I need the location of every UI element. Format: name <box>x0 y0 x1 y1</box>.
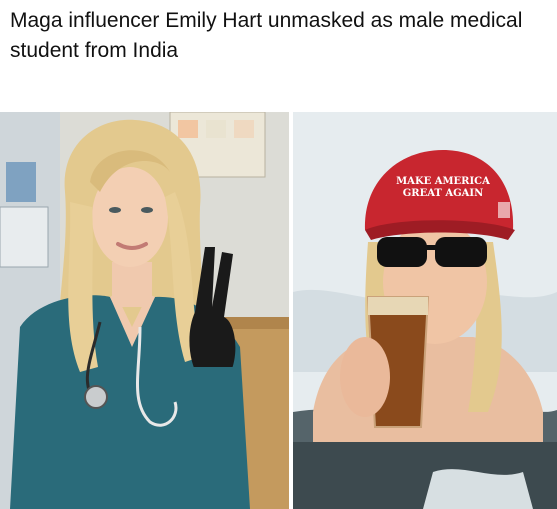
left-photo[interactable] <box>0 112 289 509</box>
headline-container: Maga influencer Emily Hart unmasked as m… <box>0 0 557 112</box>
right-photo[interactable]: MAKE AMERICA GREAT AGAIN <box>293 112 557 509</box>
hat-text-line1: MAKE AMERICA <box>396 176 490 187</box>
photo-pair: MAKE AMERICA GREAT AGAIN <box>0 112 557 509</box>
hat-text-line2: GREAT AGAIN <box>403 188 483 199</box>
right-photo-illustration: MAKE AMERICA GREAT AGAIN <box>293 112 557 509</box>
left-photo-illustration <box>0 112 289 509</box>
headline-title[interactable]: Maga influencer Emily Hart unmasked as m… <box>10 6 550 66</box>
